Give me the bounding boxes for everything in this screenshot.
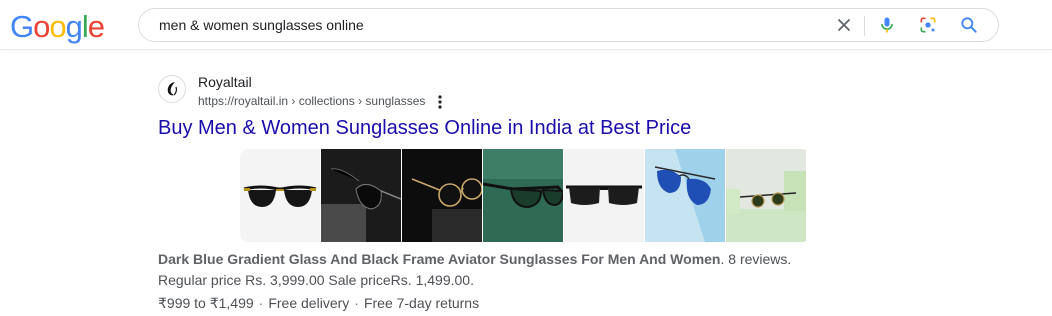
clubmaster-sunglasses-thumbnail[interactable]: [240, 149, 320, 242]
price-text: Regular price Rs. 3,999.00 Sale priceRs.…: [158, 272, 474, 288]
price-range: ₹999 to ₹1,499: [158, 295, 254, 311]
search-input[interactable]: [159, 9, 819, 41]
blue-aviator-thumbnail[interactable]: [645, 149, 725, 242]
green-wayfarer-thumbnail[interactable]: [483, 149, 563, 242]
snippet-product: Dark Blue Gradient Glass And Black Frame…: [158, 251, 721, 267]
logo-letter: g: [65, 9, 83, 44]
separator: ·: [258, 295, 264, 311]
mic-icon[interactable]: [877, 15, 897, 35]
result-title-link[interactable]: Buy Men & Women Sunglasses Online in Ind…: [158, 117, 691, 140]
logo-letter: G: [10, 9, 34, 44]
image-thumbnails: [240, 149, 810, 242]
lens-icon[interactable]: [918, 15, 938, 35]
site-name[interactable]: Royaltail: [198, 74, 252, 90]
logo-letter: o: [49, 9, 66, 44]
more-vert-icon[interactable]: [433, 94, 447, 110]
site-favicon[interactable]: [158, 75, 186, 103]
mint-display-thumbnail[interactable]: [726, 149, 806, 242]
round-gold-frame-thumbnail[interactable]: [402, 149, 482, 242]
google-logo[interactable]: Google: [10, 9, 105, 45]
logo-letter: o: [33, 9, 50, 44]
result-meta: ₹999 to ₹1,499 · Free delivery · Free 7-day …: [158, 295, 479, 312]
aviator-dark-thumbnail[interactable]: [321, 149, 401, 242]
black-square-thumbnail[interactable]: [564, 149, 644, 242]
site-url[interactable]: https://royaltail.in › collections › sun…: [198, 94, 425, 108]
search-icon[interactable]: [959, 15, 979, 35]
royaltail-logo-icon: [167, 82, 177, 96]
delivery-info: Free delivery: [268, 295, 350, 311]
search-divider: [864, 16, 865, 36]
result-snippet: Dark Blue Gradient Glass And Black Frame…: [158, 250, 791, 268]
returns-info: Free 7-day returns: [363, 295, 480, 311]
separator: ·: [354, 295, 359, 311]
close-icon[interactable]: [834, 15, 854, 35]
search-header: Google: [0, 0, 1052, 50]
search-box: [138, 8, 999, 42]
logo-letter: e: [87, 9, 105, 44]
snippet-reviews: . 8 reviews.: [720, 251, 792, 267]
